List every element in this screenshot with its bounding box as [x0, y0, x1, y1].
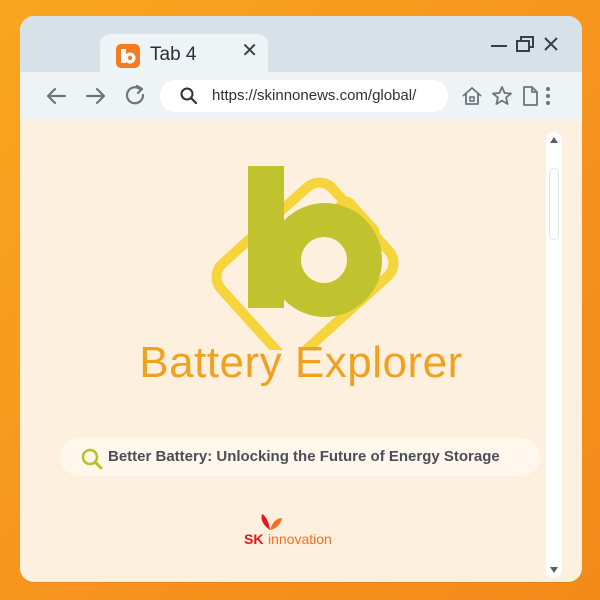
scroll-down-icon[interactable] [549, 566, 559, 574]
tab-4[interactable]: Tab 4 ✕ [100, 34, 268, 74]
star-icon[interactable] [488, 82, 516, 110]
brand-innovation: innovation [268, 531, 332, 547]
window-close-icon[interactable] [540, 34, 562, 54]
forward-arrow-icon[interactable] [82, 82, 110, 110]
restore-icon[interactable] [514, 34, 536, 54]
tab-title: Tab 4 [150, 44, 197, 65]
search-icon [180, 87, 198, 110]
address-bar: https://skinnonews.com/global/ [20, 72, 582, 120]
vertical-scrollbar[interactable] [546, 132, 562, 578]
home-icon[interactable] [458, 82, 486, 110]
url-text: https://skinnonews.com/global/ [212, 87, 417, 104]
page-content: Battery Explorer Better Battery: Unlocki… [20, 120, 582, 582]
tab-bar: Tab 4 ✕ [20, 16, 582, 74]
sk-butterfly-icon [261, 514, 282, 530]
battery-explorer-favicon [116, 44, 140, 68]
kebab-menu-icon[interactable] [540, 82, 556, 110]
search-icon [80, 447, 104, 476]
scroll-up-icon[interactable] [549, 136, 559, 144]
browser-window: Tab 4 ✕ https://skinnonews.com/global/ B… [20, 16, 582, 582]
page-title: Battery Explorer [139, 338, 463, 387]
sk-innovation-logo: SK innovation [244, 512, 384, 552]
url-field[interactable]: https://skinnonews.com/global/ [160, 80, 448, 112]
back-arrow-icon[interactable] [42, 82, 70, 110]
minimize-icon[interactable] [488, 34, 510, 54]
search-bar[interactable]: Better Battery: Unlocking the Future of … [60, 438, 540, 476]
close-icon[interactable]: ✕ [241, 40, 258, 62]
battery-explorer-logo [210, 160, 400, 363]
brand-sk: SK [244, 531, 264, 547]
search-text: Better Battery: Unlocking the Future of … [108, 448, 500, 465]
reload-icon[interactable] [122, 82, 150, 110]
scroll-thumb[interactable] [549, 168, 559, 240]
